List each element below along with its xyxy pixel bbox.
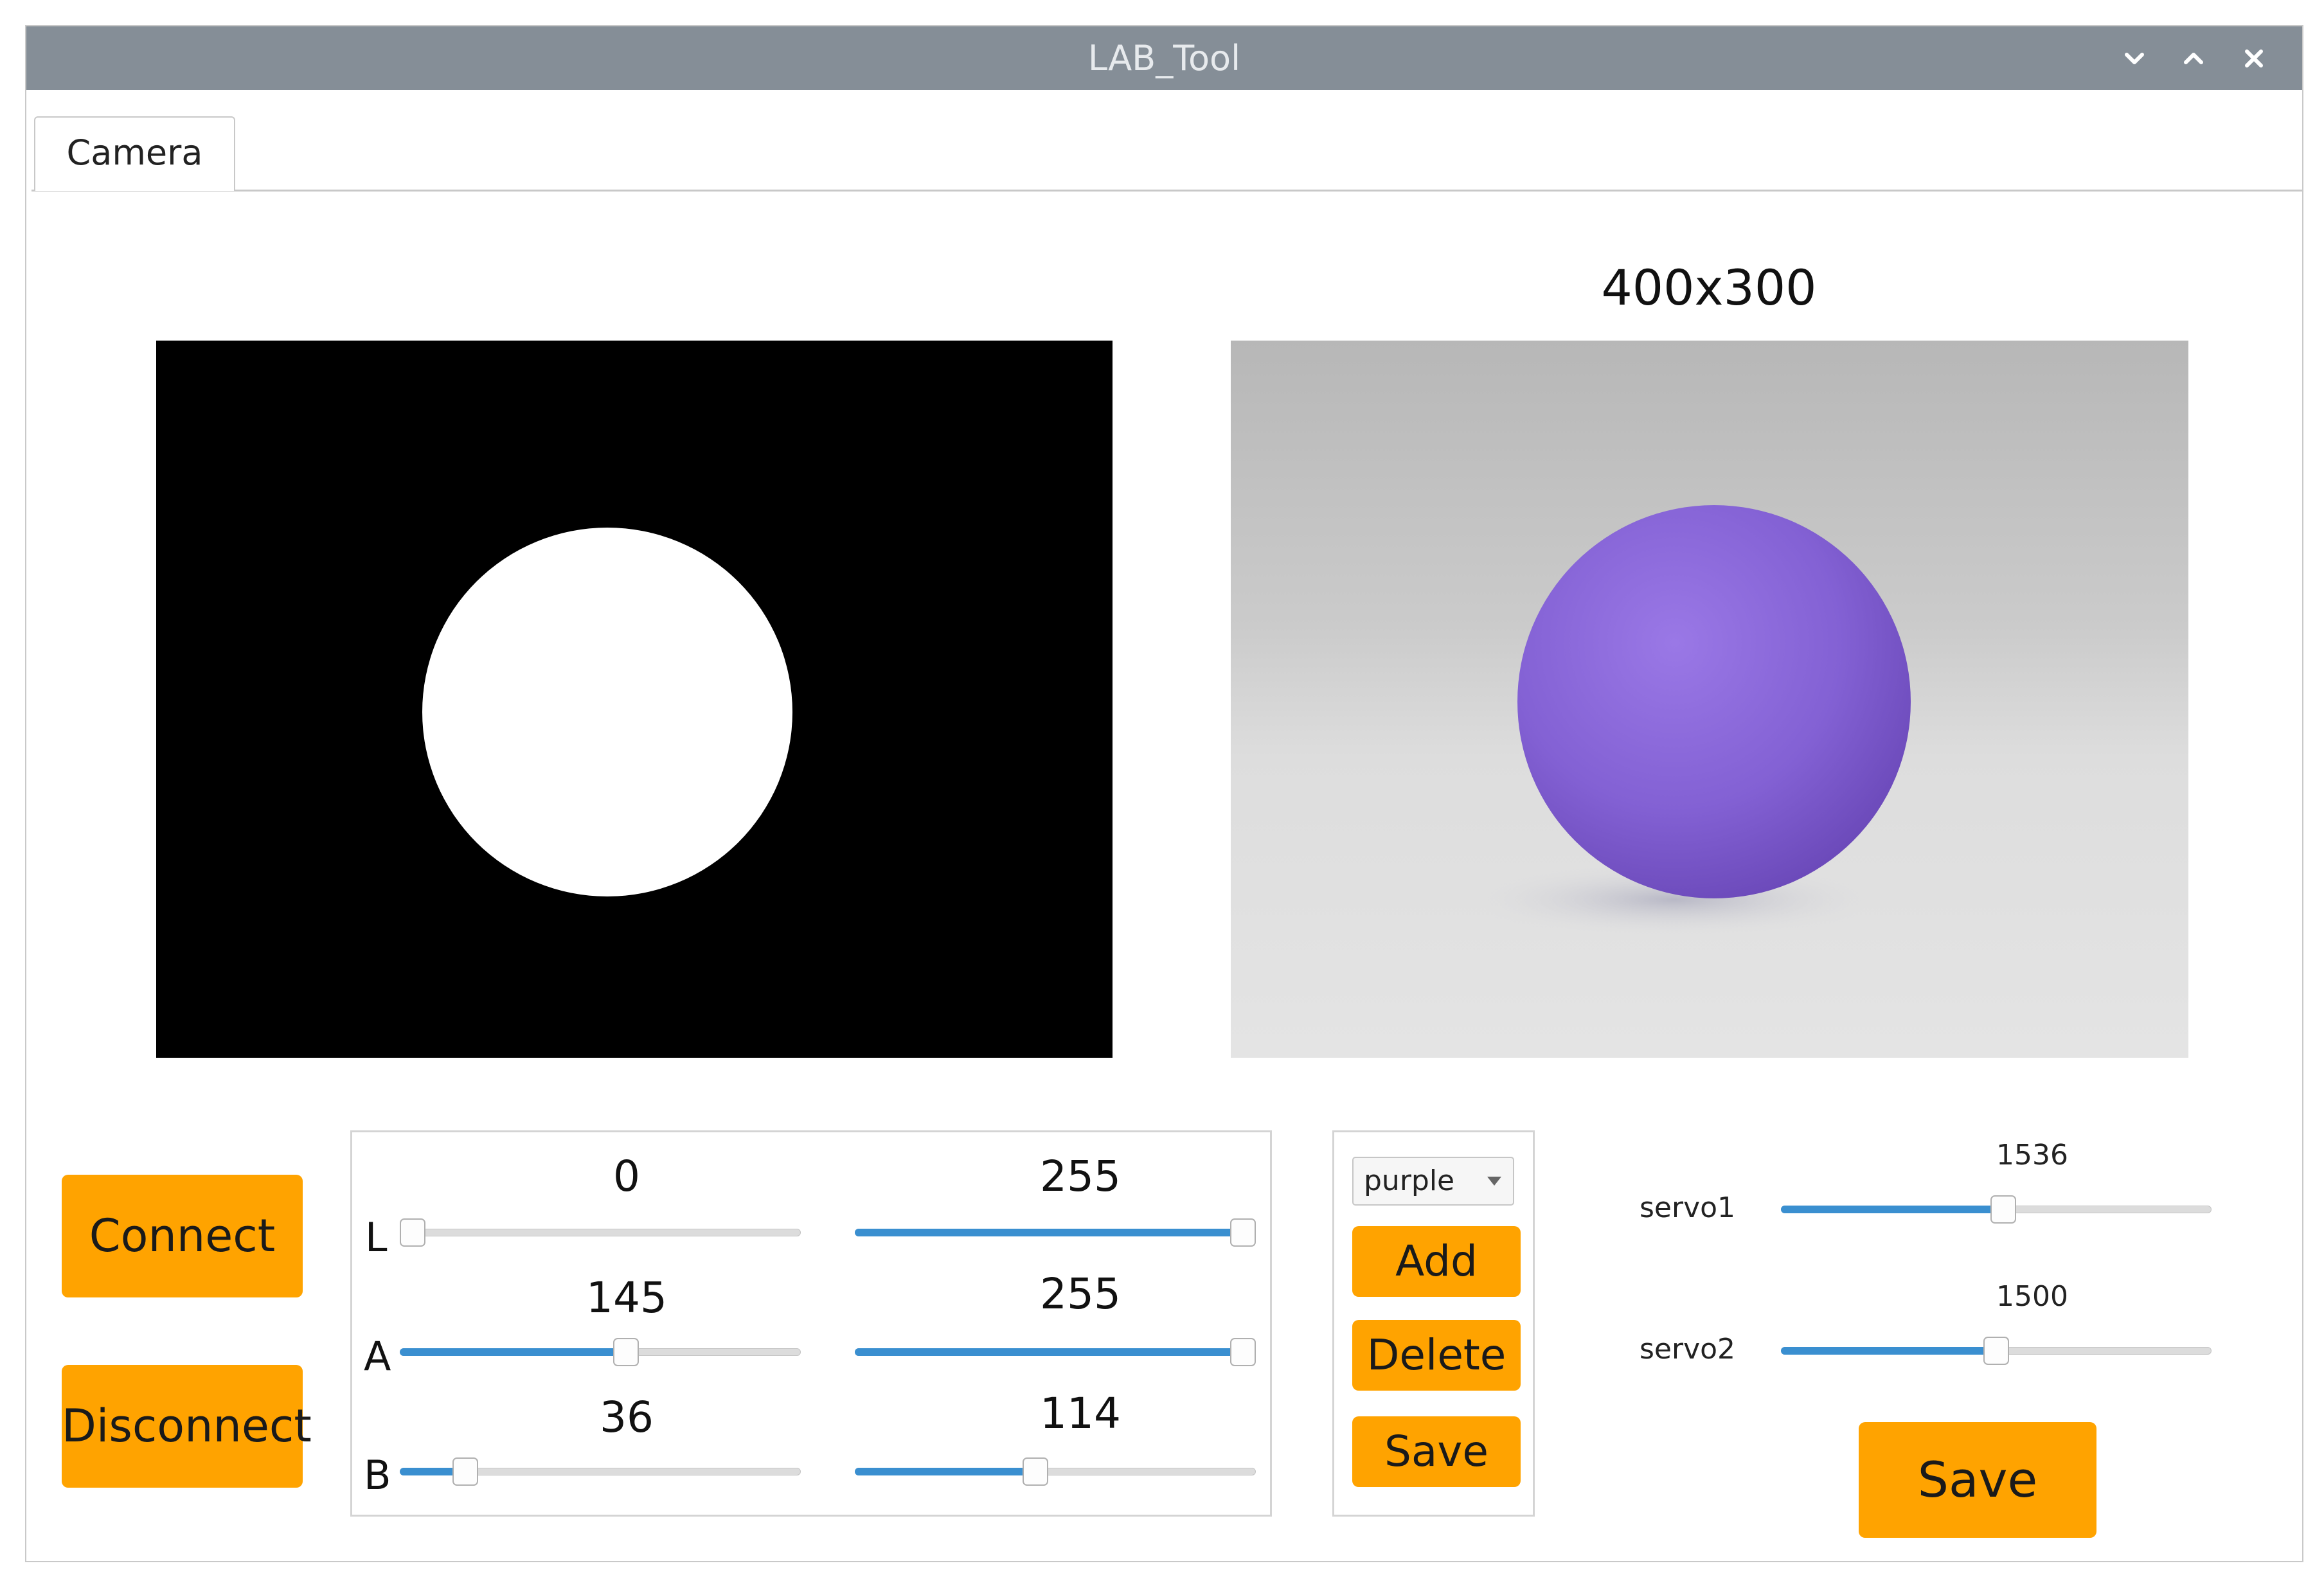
slider-groove xyxy=(400,1229,801,1236)
servo1-slider[interactable] xyxy=(1781,1195,2212,1224)
a-max-value: 255 xyxy=(1040,1269,1121,1319)
tab-camera[interactable]: Camera xyxy=(34,116,235,191)
binary-mask-view xyxy=(156,341,1113,1058)
b-channel-label: B xyxy=(364,1452,391,1499)
add-color-button[interactable]: Add xyxy=(1352,1226,1521,1297)
b-min-slider[interactable] xyxy=(400,1457,801,1486)
camera-image xyxy=(1456,505,1911,938)
a-min-slider[interactable] xyxy=(400,1338,801,1366)
servo2-label: servo2 xyxy=(1640,1333,1736,1366)
minimize-icon[interactable] xyxy=(2118,42,2151,75)
b-max-slider[interactable] xyxy=(855,1457,1256,1486)
save-servo-button[interactable]: Save xyxy=(1859,1422,2096,1538)
servo2-slider[interactable] xyxy=(1781,1337,2212,1365)
camera-tab-panel: 400x300 Connect Disconnect 0 255 L 145 2… xyxy=(31,190,2303,1560)
slider-fill xyxy=(855,1468,1036,1475)
slider-handle[interactable] xyxy=(452,1457,479,1486)
maximize-icon[interactable] xyxy=(2177,42,2210,75)
tab-camera-label: Camera xyxy=(66,132,203,173)
app-window: LAB_Tool Camera 400x300 Connect Disconne… xyxy=(25,25,2303,1562)
slider-fill xyxy=(855,1229,1243,1236)
a-max-slider[interactable] xyxy=(855,1338,1256,1366)
l-min-value: 0 xyxy=(613,1152,640,1201)
slider-handle[interactable] xyxy=(1230,1338,1256,1366)
slider-handle[interactable] xyxy=(1023,1457,1049,1486)
lab-threshold-group: 0 255 L 145 255 A 36 114 B xyxy=(350,1130,1272,1517)
color-preset-group: purple Add Delete Save xyxy=(1332,1130,1535,1517)
color-select[interactable]: purple xyxy=(1352,1157,1514,1206)
l-channel-label: L xyxy=(365,1214,388,1261)
color-select-value: purple xyxy=(1364,1164,1455,1197)
window-title: LAB_Tool xyxy=(1087,38,1241,78)
slider-handle[interactable] xyxy=(613,1338,639,1366)
l-max-value: 255 xyxy=(1040,1152,1121,1201)
connect-button[interactable]: Connect xyxy=(62,1175,303,1297)
a-min-value: 145 xyxy=(586,1273,667,1323)
servo1-label: servo1 xyxy=(1640,1191,1736,1224)
chevron-down-icon xyxy=(1487,1177,1501,1186)
b-max-value: 114 xyxy=(1040,1389,1121,1438)
b-min-value: 36 xyxy=(600,1393,654,1442)
resolution-label: 400x300 xyxy=(1601,259,1817,316)
title-bar[interactable]: LAB_Tool xyxy=(26,26,2302,90)
save-color-button[interactable]: Save xyxy=(1352,1416,1521,1487)
slider-fill xyxy=(855,1348,1243,1356)
l-min-slider[interactable] xyxy=(400,1218,801,1247)
delete-color-button[interactable]: Delete xyxy=(1352,1320,1521,1391)
mask-image xyxy=(156,341,1113,1058)
l-max-slider[interactable] xyxy=(855,1218,1256,1247)
slider-fill xyxy=(400,1348,627,1356)
slider-handle[interactable] xyxy=(1230,1218,1256,1247)
close-icon[interactable] xyxy=(2237,42,2271,75)
slider-handle[interactable] xyxy=(400,1218,425,1247)
slider-fill xyxy=(1781,1206,2004,1213)
slider-handle[interactable] xyxy=(1983,1337,2009,1365)
servo1-value: 1536 xyxy=(1996,1139,2068,1172)
slider-fill xyxy=(1781,1347,1996,1355)
disconnect-button[interactable]: Disconnect xyxy=(62,1365,312,1488)
slider-handle[interactable] xyxy=(1990,1195,2017,1224)
a-channel-label: A xyxy=(364,1333,391,1380)
camera-preview xyxy=(1231,341,2188,1058)
servo2-value: 1500 xyxy=(1996,1280,2068,1313)
